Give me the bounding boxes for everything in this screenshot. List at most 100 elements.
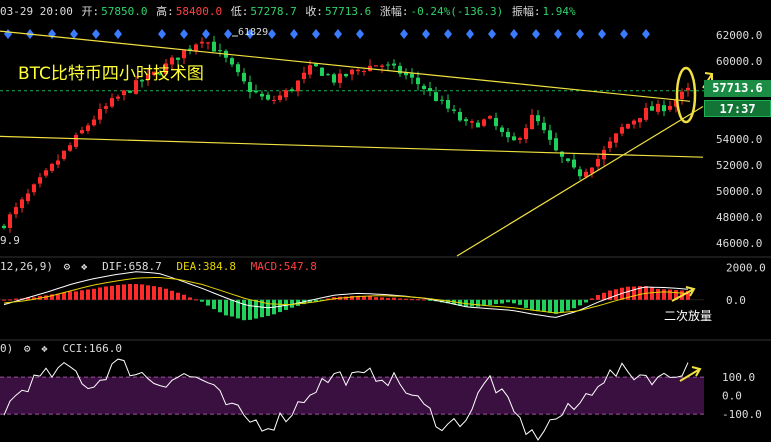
macd-bar	[602, 292, 606, 300]
candle	[254, 90, 258, 93]
candle	[350, 69, 354, 75]
candle	[446, 100, 450, 109]
dea-value: 384.8	[202, 260, 236, 273]
candle	[644, 107, 648, 120]
candle	[530, 114, 534, 130]
macd-bar	[560, 299, 564, 313]
change-value: -0.24%(-136.3)	[410, 5, 504, 18]
macd-bar	[92, 288, 96, 300]
candle	[272, 100, 276, 102]
candle	[554, 138, 558, 151]
cci-label: CCI:	[62, 342, 89, 355]
signal-diamond	[180, 29, 188, 39]
candle	[680, 91, 684, 99]
macd-bar	[410, 299, 414, 301]
macd-bar	[170, 290, 174, 300]
macd-axis-label: 0.0	[726, 294, 746, 307]
macd-bar	[566, 299, 570, 311]
candle	[80, 130, 84, 134]
candle	[380, 65, 384, 67]
amp-label: 振幅:	[511, 5, 541, 18]
cci-value: 166.0	[88, 342, 122, 355]
macd-bar	[584, 299, 588, 303]
macd-bar	[512, 299, 516, 304]
macd-bar	[416, 299, 420, 301]
candle	[332, 74, 336, 83]
candle	[74, 134, 78, 147]
signal-diamond	[598, 29, 606, 39]
candle	[536, 115, 540, 122]
candle	[434, 92, 438, 101]
candle	[230, 58, 234, 65]
signal-diamond	[334, 29, 342, 39]
low-label: 低:	[230, 5, 249, 18]
signal-diamond	[4, 29, 12, 39]
macd-bar	[68, 291, 72, 300]
candle	[506, 131, 510, 138]
settings-icon[interactable]: ❖	[41, 342, 48, 355]
candle	[422, 85, 426, 89]
macd-bar	[206, 299, 210, 306]
macd-bar	[554, 299, 558, 314]
macd-bar	[500, 299, 504, 304]
candle	[56, 160, 60, 165]
macd-bar	[530, 299, 534, 311]
price-axis-label: 48000.0	[716, 211, 762, 224]
open-label: 开:	[81, 5, 100, 18]
candle	[92, 119, 96, 126]
macd-bar	[590, 298, 594, 300]
macd-bar	[398, 298, 402, 300]
macd-bar	[230, 299, 234, 317]
macd-bar	[632, 286, 636, 300]
signal-diamond	[422, 29, 430, 39]
macd-bar	[122, 284, 126, 300]
low-value: 57278.7	[250, 5, 297, 18]
candle	[578, 169, 582, 177]
candle	[128, 90, 132, 93]
candle	[344, 73, 348, 77]
signal-diamond	[224, 29, 232, 39]
candle	[290, 89, 294, 92]
signal-diamond	[510, 29, 518, 39]
signal-diamond	[268, 29, 276, 39]
candle	[68, 145, 72, 151]
macd-bar	[218, 299, 222, 313]
macd-bar	[2, 299, 6, 301]
macd-bar	[656, 288, 660, 300]
macd-bar	[524, 299, 528, 308]
low-marker-label: 9.9	[0, 234, 20, 247]
macd-bar	[62, 292, 66, 300]
candle	[608, 141, 612, 149]
macd-bar	[242, 299, 246, 321]
macd-bar	[110, 285, 114, 300]
candle	[182, 50, 186, 59]
settings-icon[interactable]: ❖	[81, 260, 88, 273]
dea-label: DEA:	[176, 260, 203, 273]
macd-bar	[146, 285, 150, 300]
price-axis-label: 62000.0	[716, 29, 762, 42]
candle	[50, 163, 54, 171]
candle	[518, 138, 522, 140]
signal-diamond	[70, 29, 78, 39]
macd-bar	[374, 297, 378, 300]
candle	[212, 41, 216, 52]
macd-bar	[548, 299, 552, 313]
open-value: 57850.0	[101, 5, 148, 18]
macd-value: 547.8	[283, 260, 317, 273]
candle	[356, 69, 360, 72]
candle	[110, 98, 114, 107]
signal-diamond	[400, 29, 408, 39]
gear-icon[interactable]: ⚙	[64, 260, 71, 273]
candle	[470, 121, 474, 123]
gear-icon[interactable]: ⚙	[24, 342, 31, 355]
candle	[20, 199, 24, 209]
candle	[620, 127, 624, 134]
candle	[656, 103, 660, 112]
candle	[458, 112, 462, 121]
macd-bar	[572, 299, 576, 309]
macd-bar	[518, 299, 522, 305]
macd-bar	[134, 284, 138, 300]
current-price-tag: 57713.6	[704, 80, 771, 97]
countdown-tag: 17:37	[704, 100, 771, 117]
macd-bar	[650, 287, 654, 300]
